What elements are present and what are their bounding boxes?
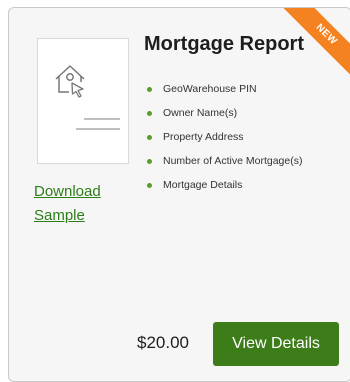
feature-item: Owner Name(s): [147, 106, 302, 130]
feature-label: GeoWarehouse PIN: [163, 83, 257, 95]
bullet-icon: [147, 87, 152, 92]
feature-item: Mortgage Details: [147, 178, 302, 202]
bullet-icon: [147, 135, 152, 140]
feature-label: Number of Active Mortgage(s): [163, 155, 303, 167]
feature-label: Owner Name(s): [163, 107, 238, 119]
bullet-icon: [147, 183, 152, 188]
bullet-icon: [147, 111, 152, 116]
feature-list: GeoWarehouse PIN Owner Name(s) Property …: [147, 82, 302, 202]
feature-item: Property Address: [147, 130, 302, 154]
feature-label: Property Address: [163, 131, 244, 143]
feature-label: Mortgage Details: [163, 179, 243, 191]
report-thumbnail[interactable]: [37, 38, 129, 164]
card-title: Mortgage Report: [144, 33, 304, 55]
price-label: $20.00: [137, 333, 189, 352]
feature-item: Number of Active Mortgage(s): [147, 154, 302, 178]
view-details-button[interactable]: View Details: [213, 322, 339, 366]
bullet-icon: [147, 159, 152, 164]
download-sample-link[interactable]: Download Sample: [34, 180, 124, 228]
feature-item: GeoWarehouse PIN: [147, 82, 302, 106]
product-card: NEW Download Sample Mortgage Report GeoW…: [8, 7, 350, 382]
house-cursor-icon: [55, 65, 120, 130]
